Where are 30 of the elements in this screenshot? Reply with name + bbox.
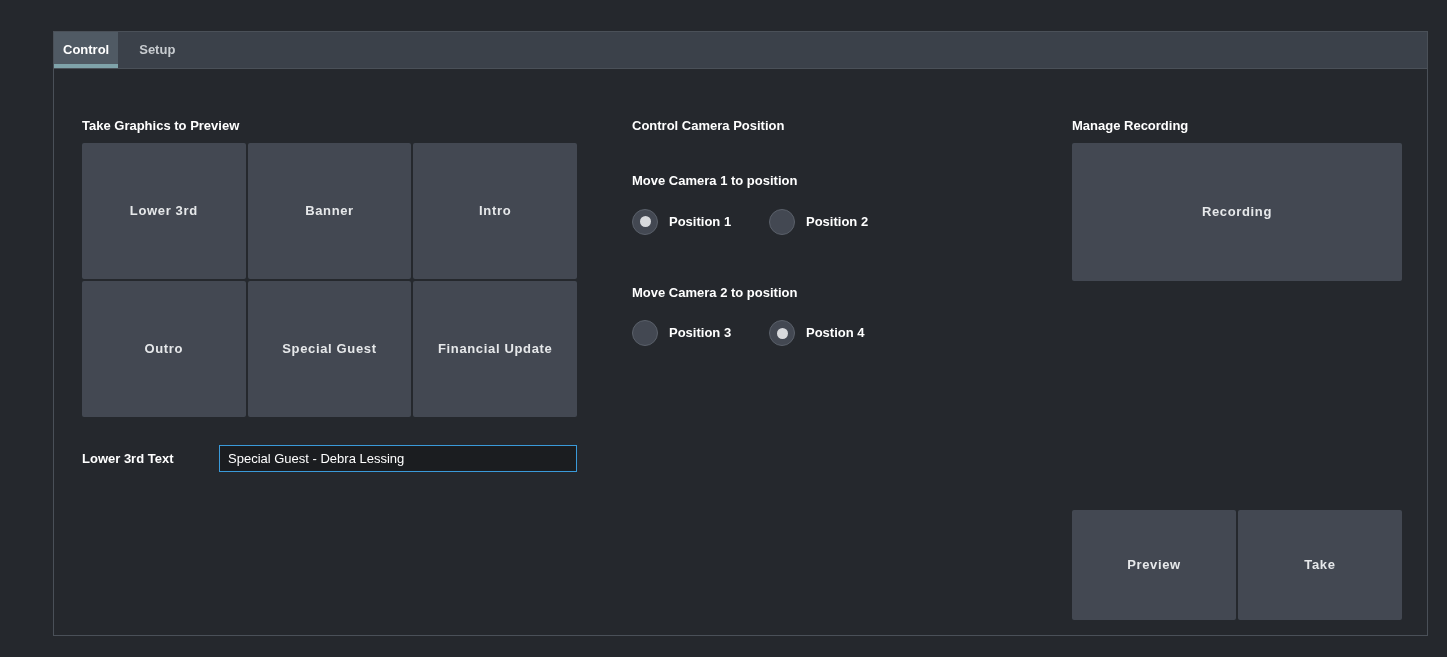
section-heading: Take Graphics to Preview	[82, 117, 241, 135]
radio-option[interactable]: Position 3	[632, 320, 769, 346]
tab[interactable]: Setup	[118, 32, 197, 68]
radio-label: Position 1	[669, 212, 732, 231]
radio-option[interactable]: Postion 4	[769, 320, 906, 346]
graphic-button[interactable]: Outro	[82, 281, 246, 417]
field-label: Lower 3rd Text	[82, 449, 175, 468]
recording-button[interactable]: Recording	[1072, 143, 1402, 281]
radio-label: Position 2	[806, 212, 869, 231]
text-field[interactable]: Special Guest - Debra Lessing	[219, 445, 577, 472]
radio-label: Postion 4	[806, 324, 865, 343]
graphic-button[interactable]: Special Guest	[247, 281, 412, 417]
radio-option[interactable]: Position 2	[769, 208, 906, 235]
section-heading: Control Camera Position	[632, 117, 786, 135]
graphic-button[interactable]: Financial Update	[413, 281, 577, 417]
radio-option[interactable]: Position 1	[632, 208, 769, 235]
section-heading: Manage Recording	[1072, 117, 1190, 135]
graphic-button[interactable]: Banner	[247, 143, 412, 279]
radio-button[interactable]	[769, 320, 795, 346]
graphic-button[interactable]: Intro	[413, 143, 577, 279]
group-label: Move Camera 2 to position	[632, 283, 799, 302]
radio-label: Position 3	[669, 324, 732, 343]
action-button[interactable]: Preview	[1072, 510, 1236, 620]
tab[interactable]: Control	[54, 32, 119, 68]
group-label: Move Camera 1 to position	[632, 172, 799, 190]
action-button[interactable]: Take	[1238, 510, 1402, 620]
radio-button[interactable]	[769, 208, 795, 235]
graphic-button[interactable]: Lower 3rd	[82, 143, 246, 279]
radio-button[interactable]	[632, 208, 658, 235]
radio-button[interactable]	[632, 320, 658, 346]
